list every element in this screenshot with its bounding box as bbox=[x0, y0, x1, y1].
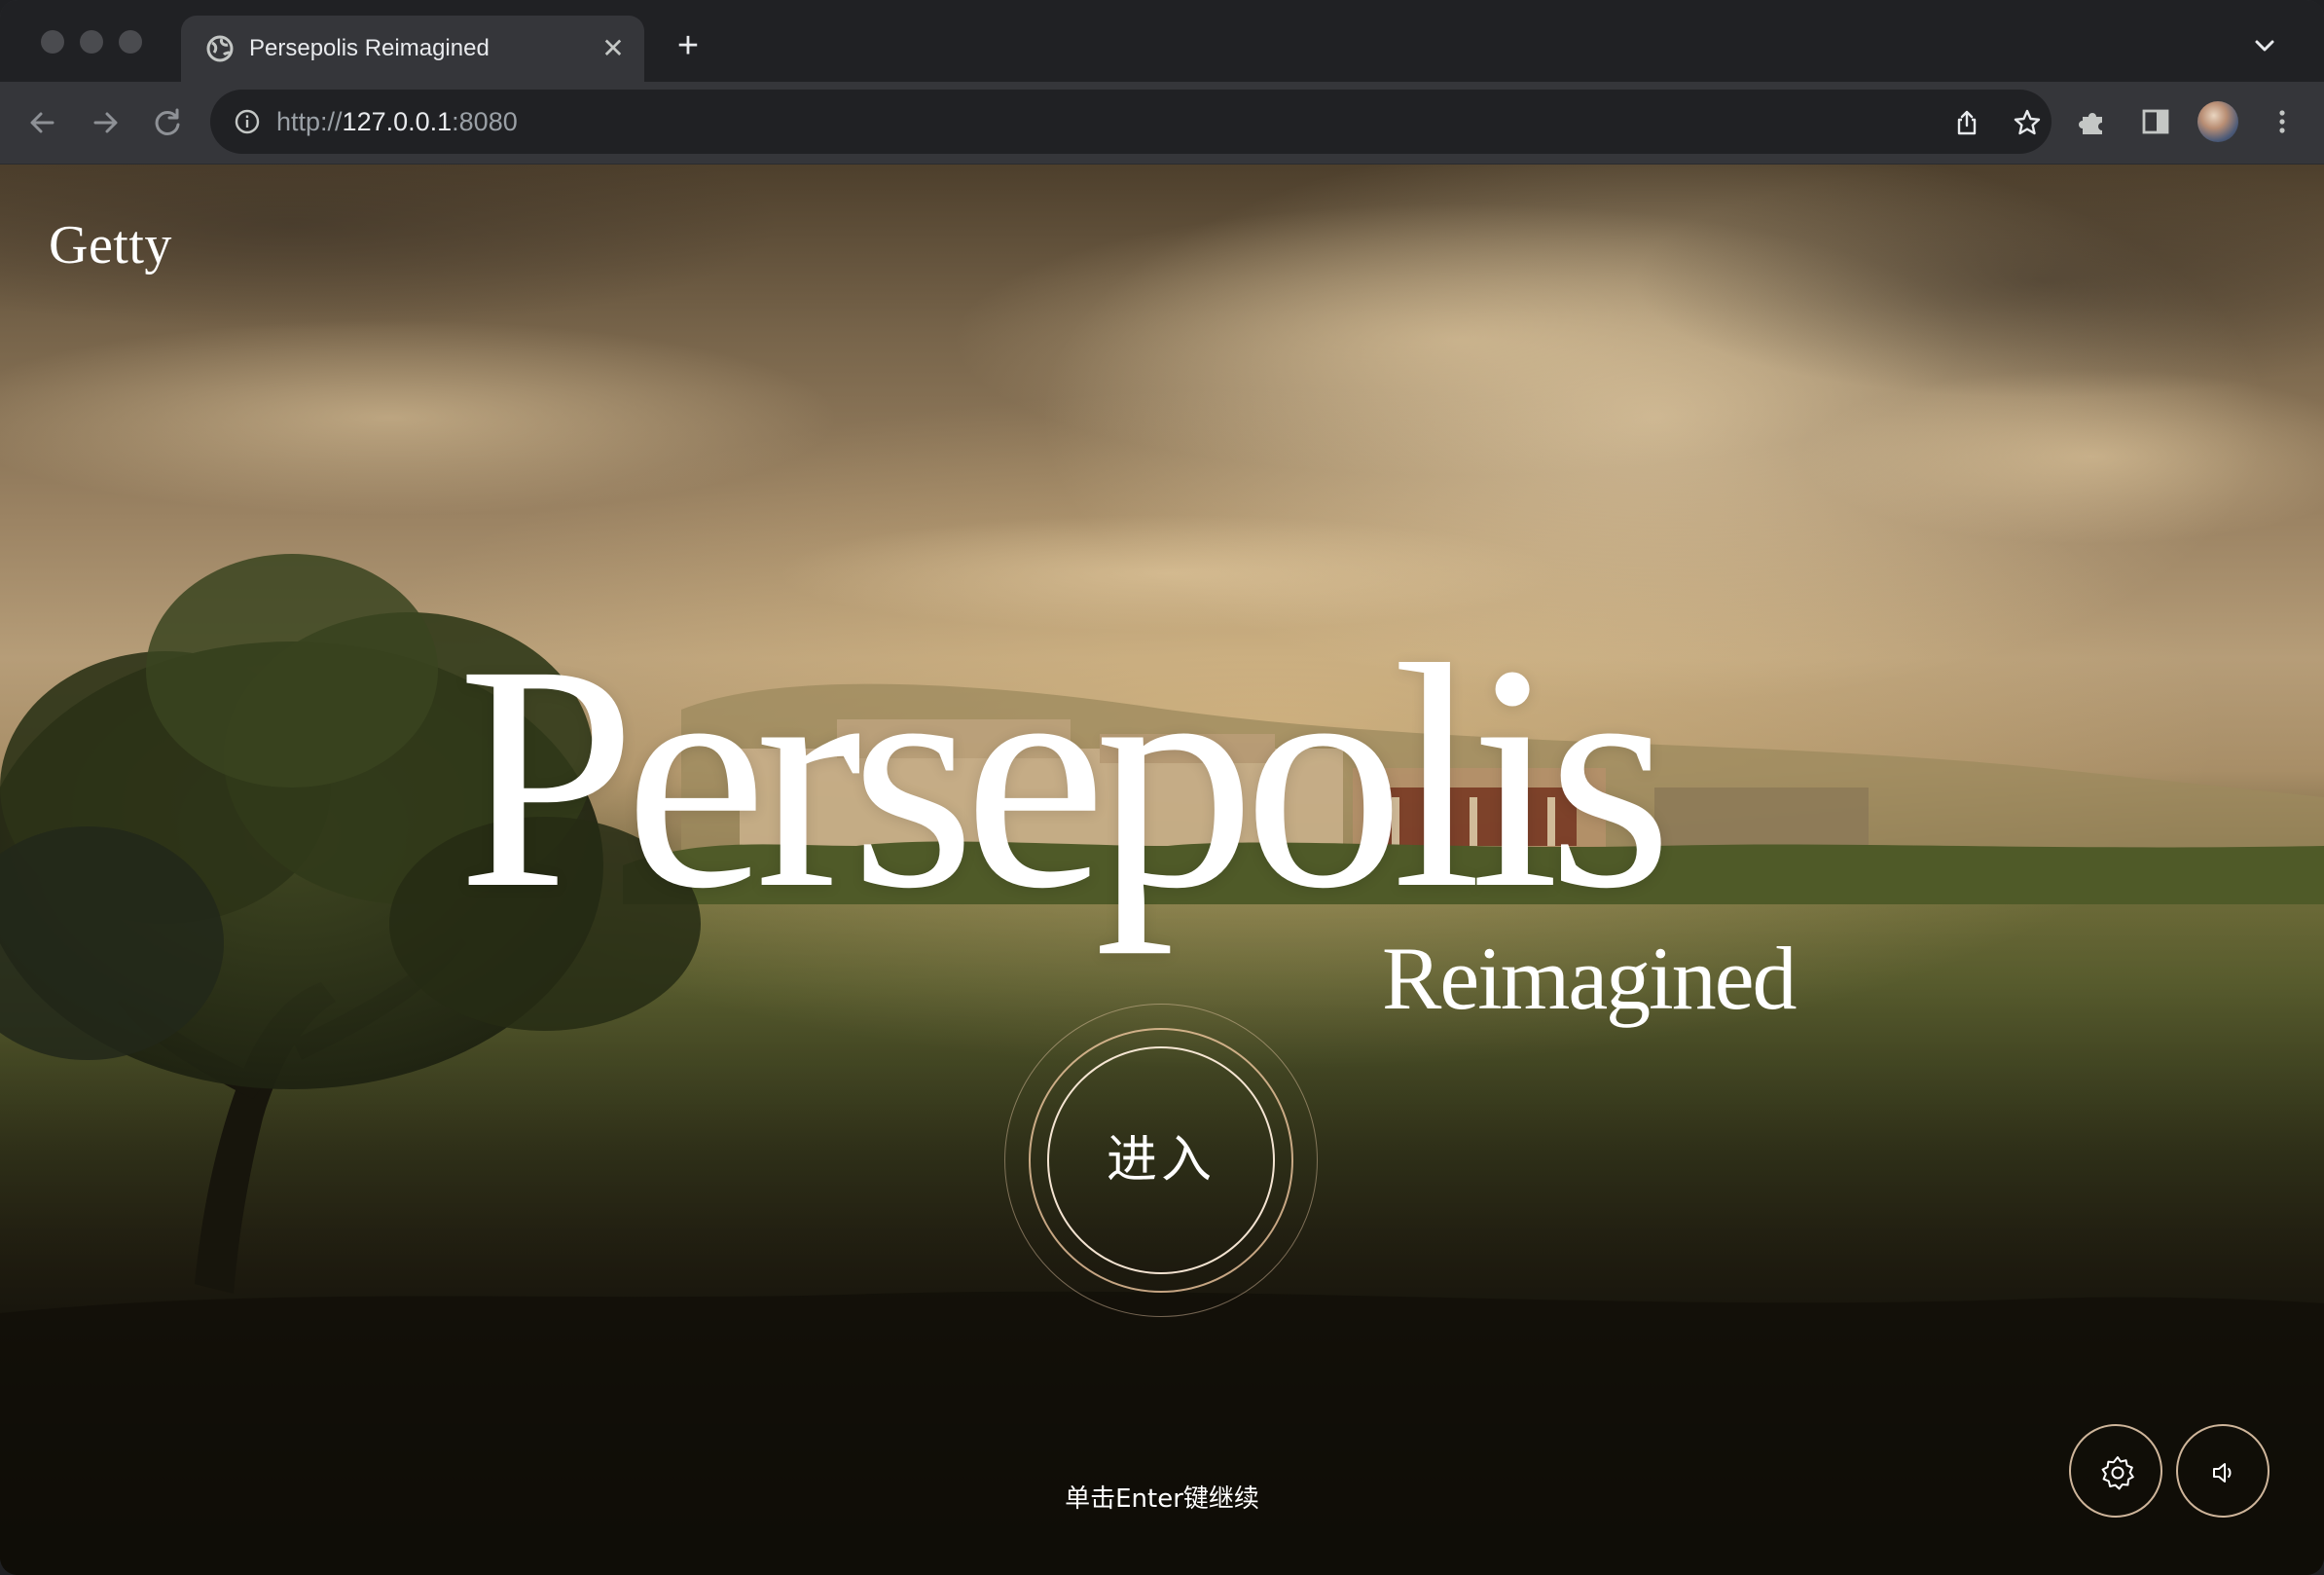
extensions-icon[interactable] bbox=[2077, 105, 2110, 138]
sound-icon bbox=[2213, 1463, 2232, 1483]
sound-button[interactable] bbox=[2176, 1424, 2270, 1518]
tab-strip: Persepolis Reimagined ✕ + bbox=[0, 0, 2324, 82]
url-scheme: http:// bbox=[276, 107, 343, 136]
back-icon[interactable] bbox=[23, 103, 62, 142]
globe-icon bbox=[206, 35, 234, 62]
page-viewport: Getty Persepolis Reimagined 进入 单击Enter键继… bbox=[0, 165, 2324, 1575]
window-minimize-button[interactable] bbox=[80, 30, 103, 54]
settings-button[interactable] bbox=[2069, 1424, 2162, 1518]
brand-logo[interactable]: Getty bbox=[49, 211, 172, 279]
url-host: 127.0.0.1 bbox=[342, 107, 453, 136]
address-bar[interactable]: http://127.0.0.1:8080 bbox=[210, 90, 2052, 154]
enter-button[interactable]: 进入 bbox=[1047, 1046, 1275, 1274]
settings-icon bbox=[2101, 1456, 2134, 1490]
forward-icon[interactable] bbox=[86, 103, 125, 142]
browser-window: Persepolis Reimagined ✕ + http://127.0.0… bbox=[0, 0, 2324, 1575]
reload-icon[interactable] bbox=[148, 103, 187, 142]
url-text[interactable]: http://127.0.0.1:8080 bbox=[276, 107, 518, 136]
browser-toolbar: http://127.0.0.1:8080 bbox=[0, 82, 2324, 165]
page-subtitle: Reimagined bbox=[1382, 929, 1797, 1028]
page-title: Persepolis bbox=[457, 600, 1673, 955]
tab-title: Persepolis Reimagined bbox=[249, 35, 490, 61]
profile-avatar[interactable] bbox=[2197, 101, 2238, 142]
info-icon[interactable] bbox=[234, 108, 261, 135]
share-icon[interactable] bbox=[1952, 108, 1981, 137]
bookmark-star-icon[interactable] bbox=[2013, 108, 2042, 137]
url-port: :8080 bbox=[452, 107, 518, 136]
tab-search-icon[interactable] bbox=[2252, 33, 2277, 58]
side-panel-icon[interactable] bbox=[2139, 105, 2172, 138]
enter-hint: 单击Enter键继续 bbox=[1065, 1484, 1259, 1514]
new-tab-button[interactable]: + bbox=[670, 27, 707, 66]
tab-active[interactable]: Persepolis Reimagined ✕ bbox=[181, 16, 644, 82]
tab-close-icon[interactable]: ✕ bbox=[599, 35, 627, 62]
window-close-button[interactable] bbox=[41, 30, 64, 54]
kebab-menu-icon[interactable] bbox=[2266, 105, 2299, 138]
window-zoom-button[interactable] bbox=[119, 30, 142, 54]
